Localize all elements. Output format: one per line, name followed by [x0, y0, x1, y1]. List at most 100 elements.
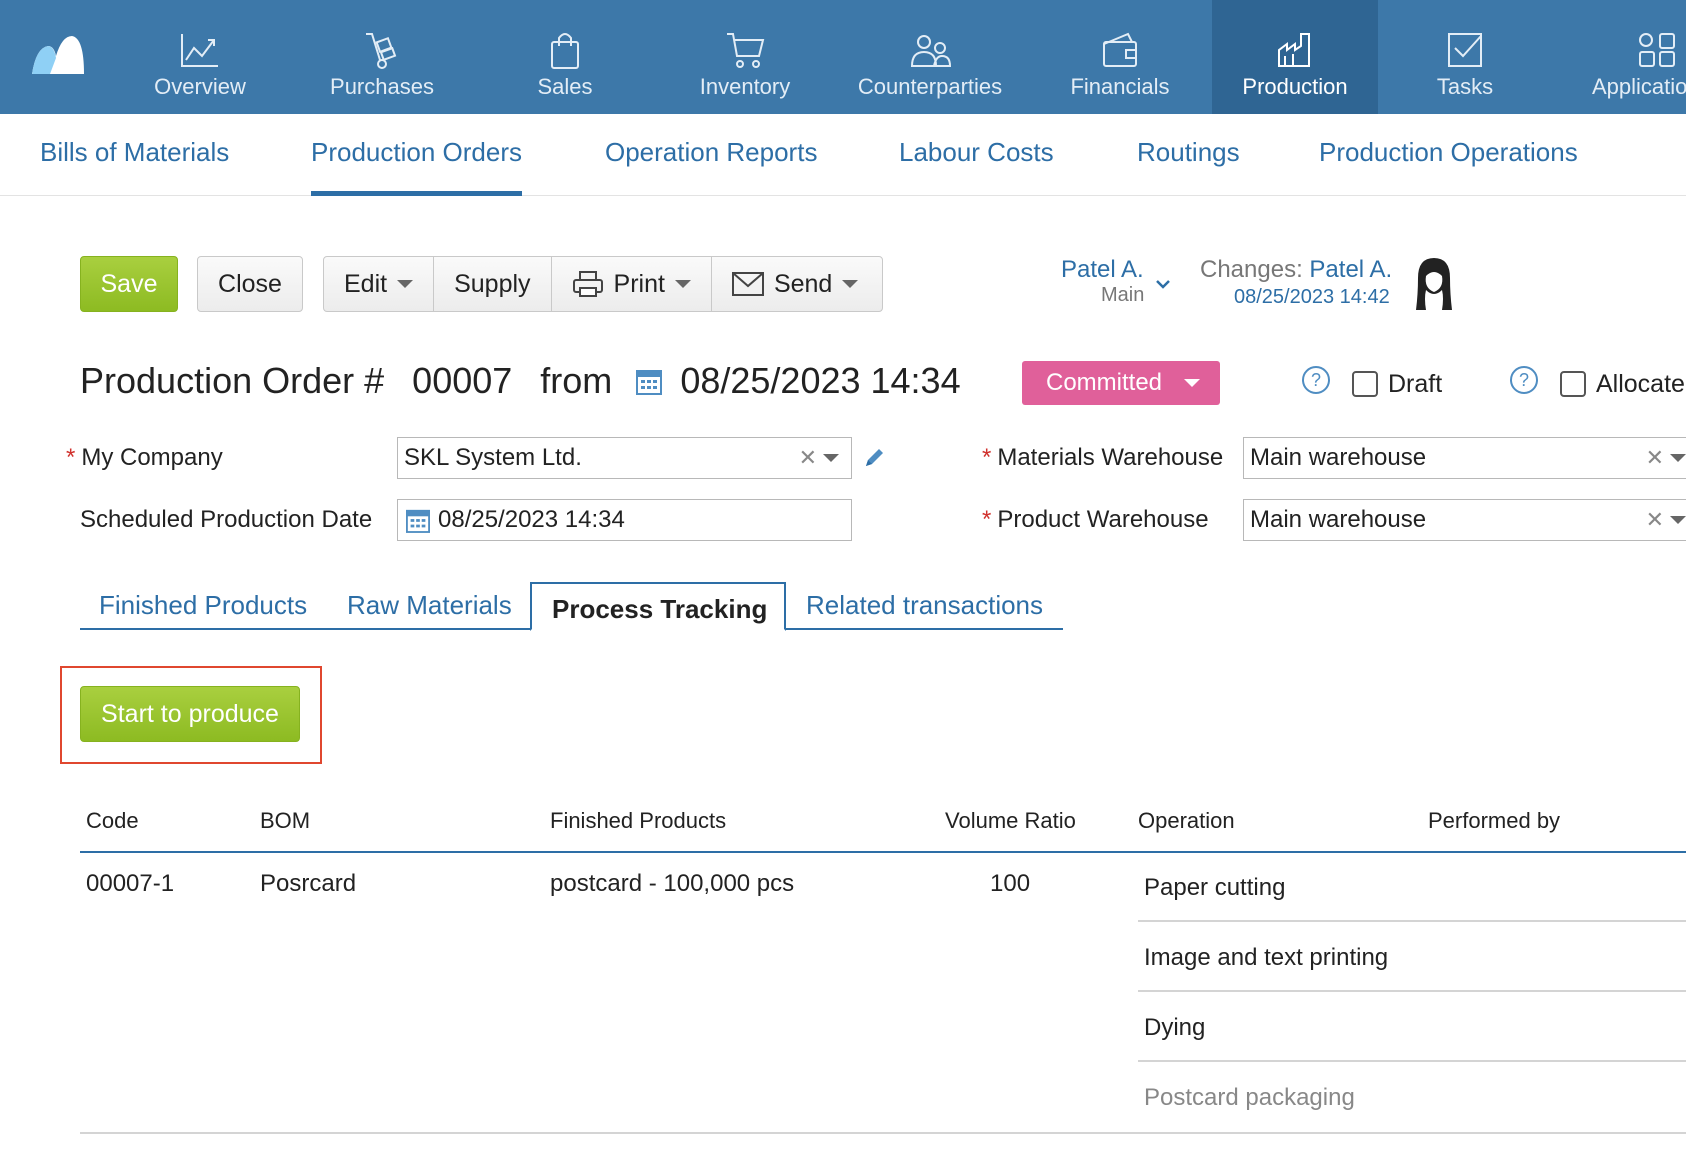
close-button[interactable]: Close	[197, 256, 303, 312]
company-select[interactable]: SKL System Ltd. ✕	[397, 437, 852, 479]
company-value: SKL System Ltd.	[404, 444, 582, 471]
nav-label: Sales	[537, 74, 593, 99]
product-warehouse-label: * Product Warehouse	[982, 506, 1209, 533]
changes-user[interactable]: Patel A.	[1309, 256, 1392, 283]
nav-item-sales[interactable]: Sales	[520, 0, 610, 114]
row-finished-products: postcard - 100,000 pcs	[550, 870, 795, 897]
nav-item-purchases[interactable]: Purchases	[318, 0, 446, 114]
column-header-finished-products: Finished Products	[550, 808, 727, 833]
send-label: Send	[773, 269, 833, 298]
operation-divider	[1138, 1060, 1686, 1062]
send-button[interactable]: Send	[712, 257, 878, 311]
envelope-icon	[731, 272, 764, 296]
date-value: 08/25/2023 14:34	[438, 506, 625, 533]
subnav-labour-costs[interactable]: Labour Costs	[899, 114, 1054, 196]
materials-warehouse-label: * Materials Warehouse	[982, 444, 1224, 471]
factory-icon	[1278, 33, 1310, 67]
hand-truck-icon	[366, 33, 397, 69]
subnav-routings[interactable]: Routings	[1137, 114, 1240, 196]
row-volume-ratio: 100	[990, 870, 1031, 897]
print-button[interactable]: Print	[552, 257, 712, 311]
nav-item-tasks[interactable]: Tasks	[1420, 0, 1510, 114]
calendar-icon[interactable]	[406, 507, 430, 533]
subnav-operation-reports[interactable]: Operation Reports	[605, 114, 817, 196]
nav-label: Tasks	[1436, 74, 1494, 99]
status-label: Committed	[1046, 369, 1163, 396]
edit-button[interactable]: Edit	[324, 257, 435, 311]
cart-icon	[727, 33, 765, 68]
print-label: Print	[613, 269, 665, 298]
action-button-group: Edit Supply Print Send	[323, 256, 883, 312]
owner-chevron-down-icon[interactable]	[1156, 276, 1170, 294]
nav-label: Applicatio	[1592, 74, 1686, 99]
draft-label: Draft	[1388, 370, 1443, 398]
nav-item-financials[interactable]: Financials	[1060, 0, 1180, 114]
operation-divider	[1138, 920, 1686, 922]
wallet-icon	[1103, 32, 1137, 67]
printer-icon	[572, 271, 603, 297]
start-to-produce-button[interactable]: Start to produce	[80, 686, 300, 742]
row-bom[interactable]: Posrcard	[260, 870, 356, 898]
product-warehouse-select[interactable]: Main warehouse ✕	[1243, 499, 1686, 541]
title-from: from	[540, 360, 613, 401]
people-icon	[910, 35, 952, 67]
date-label: Scheduled Production Date	[80, 506, 373, 533]
materials-warehouse-select[interactable]: Main warehouse ✕	[1243, 437, 1686, 479]
draft-checkbox[interactable]	[1352, 371, 1378, 397]
chevron-down-icon	[842, 280, 859, 288]
operation-item[interactable]: Postcard packaging	[1144, 1084, 1355, 1112]
clear-icon[interactable]: ✕	[1646, 445, 1664, 471]
column-header-code: Code	[86, 808, 139, 833]
status-dropdown[interactable]: Committed	[1022, 361, 1220, 405]
help-icon[interactable]: ?	[1510, 366, 1538, 394]
operation-item[interactable]: Paper cutting	[1144, 874, 1285, 902]
sub-nav: Bills of Materials Production Orders Ope…	[0, 114, 1686, 196]
allocate-checkbox[interactable]	[1560, 371, 1586, 397]
chevron-down-icon[interactable]	[823, 454, 839, 462]
tab-raw-materials[interactable]: Raw Materials	[347, 590, 512, 630]
column-header-bom: BOM	[260, 808, 311, 833]
nav-label: Overview	[154, 74, 246, 99]
title-prefix: Production Order #	[80, 360, 385, 401]
tab-finished-products[interactable]: Finished Products	[99, 590, 307, 630]
tab-process-tracking[interactable]: Process Tracking	[530, 582, 786, 631]
clear-icon[interactable]: ✕	[799, 445, 817, 471]
order-number: 00007	[412, 360, 513, 401]
supply-button[interactable]: Supply	[434, 257, 552, 311]
row-code[interactable]: 00007-1	[86, 870, 174, 898]
help-icon[interactable]: ?	[1302, 366, 1330, 394]
subnav-bills-of-materials[interactable]: Bills of Materials	[40, 114, 229, 196]
logo-icon[interactable]	[30, 34, 86, 76]
calendar-icon[interactable]	[636, 362, 663, 404]
nav-item-inventory[interactable]: Inventory	[690, 0, 800, 114]
nav-item-production[interactable]: Production	[1212, 0, 1378, 114]
date-field[interactable]: 08/25/2023 14:34	[397, 499, 852, 541]
table-bottom-divider	[80, 1132, 1686, 1134]
tab-related-transactions[interactable]: Related transactions	[806, 590, 1043, 630]
changes-timestamp: 08/25/2023 14:42	[1234, 286, 1390, 308]
column-header-performed-by: Performed by	[1428, 808, 1561, 833]
nav-item-overview[interactable]: Overview	[140, 0, 260, 114]
supply-label: Supply	[454, 269, 531, 298]
nav-label: Inventory	[699, 74, 791, 99]
materials-warehouse-value: Main warehouse	[1250, 444, 1427, 471]
operation-item[interactable]: Dying	[1144, 1014, 1205, 1042]
avatar-icon[interactable]	[1412, 254, 1456, 314]
save-button[interactable]: Save	[80, 256, 178, 312]
chevron-down-icon	[1184, 379, 1201, 387]
column-header-volume-ratio: Volume Ratio	[945, 808, 1076, 833]
changes-label: Changes:	[1200, 256, 1303, 283]
chevron-down-icon[interactable]	[1670, 516, 1686, 524]
subnav-production-operations[interactable]: Production Operations	[1319, 114, 1578, 196]
nav-item-counterparties[interactable]: Counterparties	[850, 0, 1010, 114]
subnav-production-orders[interactable]: Production Orders	[311, 114, 522, 196]
chevron-down-icon[interactable]	[1670, 454, 1686, 462]
page-title: Production Order # 00007 from 08/25/2023…	[80, 360, 961, 404]
order-datetime[interactable]: 08/25/2023 14:34	[680, 360, 960, 401]
operation-item[interactable]: Image and text printing	[1144, 944, 1388, 972]
owner-group: Main	[1101, 284, 1145, 306]
nav-item-applications[interactable]: Applicatio	[1592, 0, 1686, 114]
pencil-icon[interactable]	[862, 446, 886, 470]
clear-icon[interactable]: ✕	[1646, 507, 1664, 533]
owner-name[interactable]: Patel A.	[1061, 256, 1144, 284]
